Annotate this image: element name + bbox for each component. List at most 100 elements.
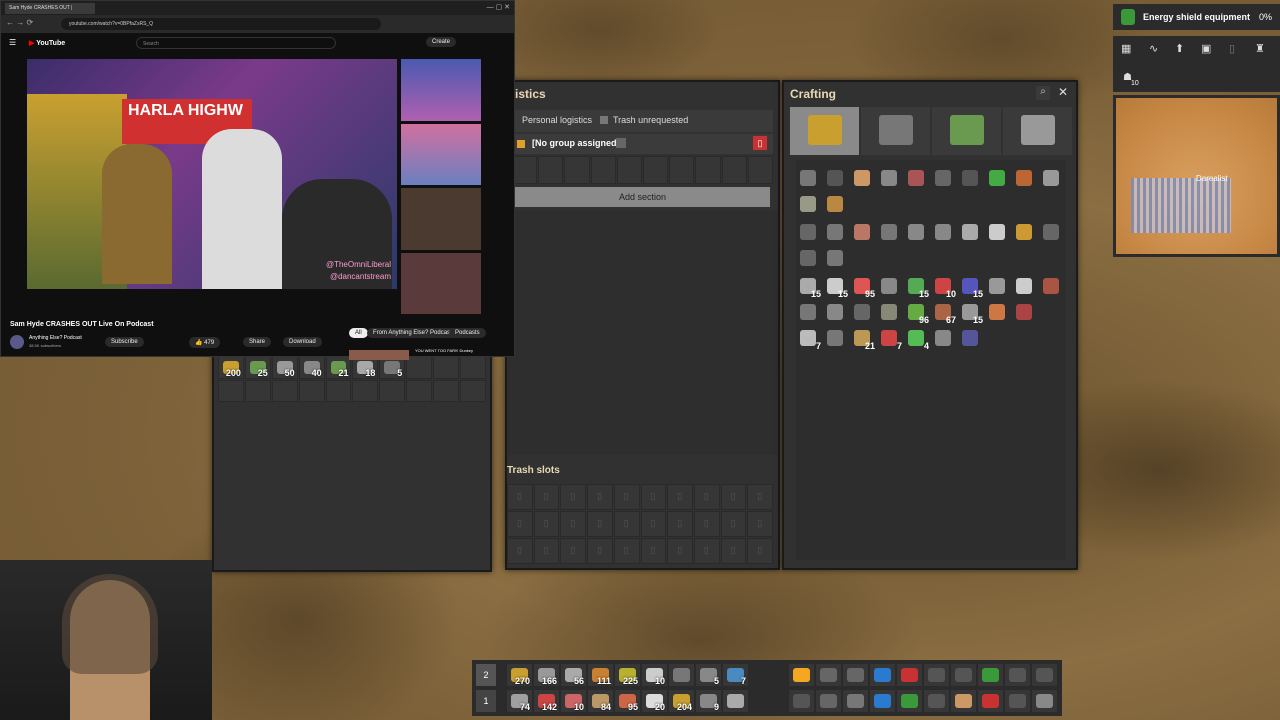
recommended-video[interactable]: YOU WENT TOO FAR!!! Dunkey (349, 347, 509, 360)
trash-slot[interactable]: ▯ (693, 538, 720, 564)
trash-slot[interactable]: ▯ (720, 484, 747, 510)
nav-buttons[interactable]: ← → ⟳ (6, 18, 33, 27)
window-controls[interactable]: — ▢ ✕ (487, 3, 510, 11)
recipe-item[interactable] (796, 192, 821, 216)
recipe-item[interactable] (985, 166, 1010, 190)
channel-avatar[interactable] (10, 335, 24, 349)
hotbar-slot[interactable]: 74 (506, 689, 533, 713)
trash-slot[interactable]: ▯ (533, 484, 560, 510)
hotbar-slot[interactable] (1004, 689, 1031, 713)
hotbar-slot[interactable] (815, 663, 842, 687)
hotbar-slot[interactable]: 111 (587, 663, 614, 687)
trash-slot[interactable]: ▯ (720, 511, 747, 537)
recipe-item[interactable]: 95 (850, 274, 875, 299)
recipe-item[interactable] (796, 300, 821, 324)
search-input[interactable]: Search (136, 37, 336, 49)
trash-slot[interactable]: ▯ (560, 484, 587, 510)
recipe-item[interactable] (823, 246, 848, 270)
hotbar-slot[interactable]: 225 (614, 663, 641, 687)
delete-group-icon[interactable]: ▯ (753, 136, 767, 150)
hotbar-slot[interactable] (1031, 689, 1058, 713)
add-section-button[interactable]: Add section (515, 187, 770, 207)
hotbar-slot[interactable] (722, 689, 749, 713)
chip-podcasts[interactable]: Podcasts (449, 328, 486, 338)
chip-channel[interactable]: From Anything Else? Podcast (367, 328, 458, 338)
recipe-item[interactable] (985, 274, 1010, 298)
menu-icon[interactable]: ☰ (9, 38, 16, 47)
recipe-item[interactable] (877, 220, 902, 244)
recipe-item[interactable]: 15 (904, 274, 929, 299)
recipe-item[interactable] (823, 300, 848, 324)
trash-slot[interactable]: ▯ (587, 538, 613, 564)
recipe-item[interactable] (931, 220, 956, 244)
hotbar-slot[interactable]: 166 (533, 663, 560, 687)
create-button[interactable]: Create (426, 37, 457, 47)
inventory-slot[interactable] (352, 379, 379, 402)
inventory-slot[interactable] (271, 379, 298, 402)
trash-slot[interactable]: ▯ (667, 484, 693, 510)
recipe-item[interactable]: 15 (958, 274, 983, 299)
browser-tab[interactable]: Sam Hyde CRASHES OUT | (5, 3, 95, 14)
hotbar-slot[interactable]: 270 (506, 663, 533, 687)
recipe-item[interactable] (850, 300, 875, 324)
recipe-item[interactable] (823, 192, 848, 216)
minimap[interactable]: Darealist (1113, 95, 1280, 257)
hotbar-slot[interactable] (896, 689, 923, 713)
trash-slot[interactable]: ▯ (507, 511, 533, 537)
video-player[interactable]: HARLA HIGHW @TheOmniLiberal @dancantstre… (27, 59, 397, 289)
channel-name[interactable]: Anything Else? Podcast (29, 335, 82, 341)
blueprint-icon[interactable]: ♜ (1255, 42, 1265, 55)
inventory-slot[interactable] (218, 379, 244, 402)
inventory-slot[interactable]: 25 (244, 356, 271, 379)
recipe-item[interactable] (1039, 166, 1064, 190)
tab-logistics[interactable] (790, 107, 859, 155)
recipe-item[interactable] (958, 220, 983, 244)
hotbar-slot[interactable] (869, 663, 896, 687)
close-icon[interactable]: ✕ (1056, 85, 1070, 99)
recipe-item[interactable] (796, 246, 821, 270)
hotbar-slot[interactable] (1004, 663, 1031, 687)
hotbar-slot[interactable]: 95 (614, 689, 641, 713)
recipe-item[interactable] (931, 166, 956, 190)
recipe-item[interactable] (1012, 166, 1037, 190)
recipe-item[interactable] (796, 220, 821, 244)
recipe-item[interactable] (1039, 220, 1064, 244)
inventory-slot[interactable] (406, 379, 433, 402)
hotbar-slot[interactable] (1031, 663, 1058, 687)
hotbar-row-1[interactable]: 1 (476, 690, 496, 712)
inventory-slot[interactable] (433, 356, 460, 379)
trash-slot[interactable]: ▯ (747, 538, 773, 564)
hotbar-row-2[interactable]: 2 (476, 664, 496, 686)
recipe-item[interactable] (1039, 274, 1064, 298)
inventory-slot[interactable] (379, 379, 406, 402)
trash-slot[interactable]: ▯ (507, 484, 533, 510)
recipe-item[interactable] (877, 274, 902, 298)
inventory-slot[interactable]: 40 (298, 356, 325, 379)
stats-icon[interactable]: ∿ (1149, 42, 1158, 55)
trash-slot[interactable]: ▯ (640, 538, 667, 564)
recipe-item[interactable] (823, 166, 848, 190)
recipe-item[interactable] (958, 166, 983, 190)
recipe-item[interactable]: 96 (904, 300, 929, 325)
trash-slot[interactable]: ▯ (587, 484, 613, 510)
tab-production[interactable] (861, 107, 930, 155)
trash-slot[interactable]: ▯ (613, 538, 640, 564)
inventory-slot[interactable] (406, 356, 433, 379)
hotbar-slot[interactable]: 204 (668, 689, 695, 713)
hotbar-slot[interactable] (896, 663, 923, 687)
recipe-item[interactable] (823, 326, 848, 350)
recipe-item[interactable]: 7 (877, 326, 902, 351)
trash-slot[interactable]: ▯ (693, 484, 720, 510)
trash-slot[interactable]: ▯ (507, 538, 533, 564)
hotbar-slot[interactable] (950, 689, 977, 713)
hotbar-slot[interactable] (815, 689, 842, 713)
tab-combat[interactable] (1003, 107, 1072, 155)
url-bar[interactable]: youtube.com/watch?v=0BPfaZsRS_Q (61, 18, 381, 30)
hotbar-slot[interactable] (950, 663, 977, 687)
recipe-item[interactable] (850, 220, 875, 244)
recipe-item[interactable] (1012, 274, 1037, 298)
trash-slot[interactable]: ▯ (720, 538, 747, 564)
youtube-logo[interactable]: ▶ YouTube (29, 39, 65, 47)
recipe-item[interactable]: 15 (823, 274, 848, 299)
trash-slot[interactable]: ▯ (613, 511, 640, 537)
